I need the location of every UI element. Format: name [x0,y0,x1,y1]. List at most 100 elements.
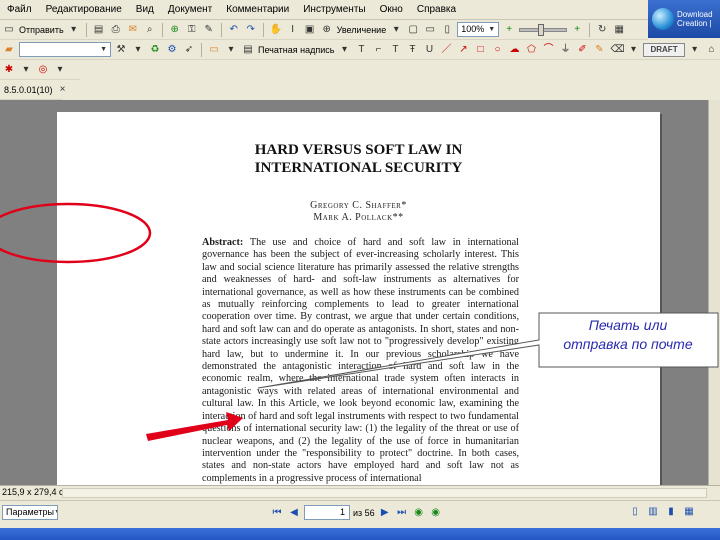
tools-chevron-icon[interactable]: ▾ [131,43,145,57]
stamp-icon[interactable]: ⏚ [558,43,572,57]
polygon-tool-icon[interactable]: ⬠ [524,43,538,57]
typewriter-chevron-icon[interactable]: ▾ [337,43,351,57]
zoom-slider[interactable] [519,23,568,36]
previous-page-icon[interactable]: ◀ [287,506,301,520]
download-creation-logo[interactable]: Download Creation | [648,0,720,38]
fit-width-icon[interactable]: ▯ [440,23,454,37]
hand-tool-icon[interactable]: ✋ [269,23,283,37]
zoom-slider-knob[interactable] [538,23,545,36]
red-circle-chevron-icon[interactable]: ▾ [53,63,67,77]
comment-chevron-icon[interactable]: ▾ [224,43,238,57]
open-icon[interactable]: ▭ [2,23,16,37]
rectangle-tool-icon[interactable]: □ [473,43,487,57]
next-page-icon[interactable]: ▶ [378,506,392,520]
zoom-mode-label[interactable]: Увеличение [337,25,387,35]
cloud-tool-icon[interactable]: ☁ [507,43,521,57]
menu-document[interactable]: Документ [161,4,219,15]
read-mode-icon[interactable]: ▦ [612,23,626,37]
email-icon[interactable]: ✉ [126,23,140,37]
undo-icon[interactable]: ↶ [227,23,241,37]
highlight-icon[interactable]: ✎ [592,43,606,57]
sign-icon[interactable]: ✎ [202,23,216,37]
print-icon[interactable]: ⎙ [109,23,123,37]
tab-close-icon[interactable]: × [56,83,70,97]
page-navigation: ⏮ ◀ 1 из 56 ▶ ⏭ ◉ ◉ [270,505,443,520]
fit-page-icon[interactable]: ▭ [423,23,437,37]
view-options-combo[interactable]: Параметры ▼ [2,505,58,520]
go-forward-icon[interactable]: ◉ [429,506,443,520]
search-icon[interactable]: ⌕ [143,23,157,37]
red-tool-icon[interactable]: ✱ [2,63,16,77]
actual-size-icon[interactable]: ▢ [406,23,420,37]
facing-pages-icon[interactable]: ▮ [664,505,678,519]
zoom-in-button-icon[interactable]: + [502,23,516,37]
attach-icon[interactable]: ⌂ [705,43,719,57]
windows-taskbar [0,528,720,540]
typewriter-icon[interactable]: ▤ [241,43,255,57]
document-workspace[interactable]: HARD VERSUS SOFT LAW IN INTERNATIONAL SE… [0,100,720,485]
eraser-icon[interactable]: ⌫ [609,43,624,57]
comment-bubble-icon[interactable]: ▭ [207,43,221,57]
document-tab[interactable]: 8.5.0.01(10) [2,85,53,95]
menu-view[interactable]: Вид [129,4,161,15]
red-tool-chevron-icon[interactable]: ▾ [19,63,33,77]
zoom-combo[interactable]: 100% ▼ [457,22,500,37]
page-size-status: 215,9 x 279,4 см [2,487,70,497]
eraser-chevron-icon[interactable]: ▾ [626,43,640,57]
rotate-icon[interactable]: ↻ [595,23,609,37]
menu-help[interactable]: Справка [410,4,463,15]
single-page-icon[interactable]: ▯ [628,505,642,519]
go-back-icon[interactable]: ◉ [412,506,426,520]
first-page-icon[interactable]: ⏮ [270,506,284,520]
oval-tool-icon[interactable]: ○ [490,43,504,57]
redo-icon[interactable]: ↷ [244,23,258,37]
callout-tool-icon[interactable]: ⌐ [371,43,385,57]
line-tool-icon[interactable]: ／ [439,43,453,57]
menu-edit[interactable]: Редактирование [39,4,129,15]
font-combo[interactable]: ▼ [19,42,111,57]
menu-window[interactable]: Окно [373,4,410,15]
typewriter-label[interactable]: Печатная надпись [258,45,334,55]
secure-icon[interactable]: ⚿ [185,23,199,37]
zoom-value: 100% [461,24,485,34]
last-page-icon[interactable]: ⏭ [395,506,409,520]
underline-icon[interactable]: U [422,43,436,57]
text-box-icon[interactable]: T [354,43,368,57]
save-icon[interactable]: ▤ [92,23,106,37]
zoom-out-button-icon[interactable]: + [570,23,584,37]
vertical-scrollbar[interactable] [708,100,720,485]
dropdown-chevron-icon[interactable]: ▾ [67,23,81,37]
red-circle-tool-icon[interactable]: ◎ [36,63,50,77]
tools-icon[interactable]: ⚒ [114,43,128,57]
snapshot-icon[interactable]: ▣ [303,23,317,37]
stamp-chevron-icon[interactable]: ▾ [688,43,702,57]
callout-line-1: Печать или [588,317,668,333]
arrow-tool-icon[interactable]: ➶ [182,43,196,57]
scrollbar-track[interactable] [62,488,707,498]
horizontal-scrollbar[interactable]: 215,9 x 279,4 см [0,485,720,500]
menu-comments[interactable]: Комментарии [219,4,296,15]
create-pdf-icon[interactable]: ⊕ [168,23,182,37]
zoom-in-icon[interactable]: ⊕ [320,23,334,37]
send-label[interactable]: Отправить [19,25,64,35]
menu-file[interactable]: Файл [0,4,39,15]
continuous-page-icon[interactable]: ▥ [646,505,660,519]
paper-title-line-2: INTERNATIONAL SECURITY [254,160,463,176]
settings-icon[interactable]: ⚙ [165,43,179,57]
arrow-line-icon[interactable]: ↗ [456,43,470,57]
folder-icon[interactable]: ▰ [2,43,16,57]
text-tool-icon[interactable]: T [388,43,402,57]
strikethrough-icon[interactable]: Ŧ [405,43,419,57]
extract-icon[interactable]: ♻ [148,43,162,57]
continuous-facing-icon[interactable]: ▦ [682,505,696,519]
draft-stamp-button[interactable]: DRAFT [643,42,685,57]
menu-tools[interactable]: Инструменты [296,4,372,15]
page-layout-controls: ▯ ▥ ▮ ▦ [628,505,696,519]
select-text-icon[interactable]: I [286,23,300,37]
pencil-icon[interactable]: ✐ [575,43,589,57]
current-page-input[interactable]: 1 [304,505,350,520]
callout-line-2: отправка по почте [563,336,693,352]
polyline-tool-icon[interactable]: ⌒ [541,43,555,57]
view-options-chevron-icon: ▼ [54,506,57,519]
zoom-mode-chevron-icon[interactable]: ▾ [389,23,403,37]
